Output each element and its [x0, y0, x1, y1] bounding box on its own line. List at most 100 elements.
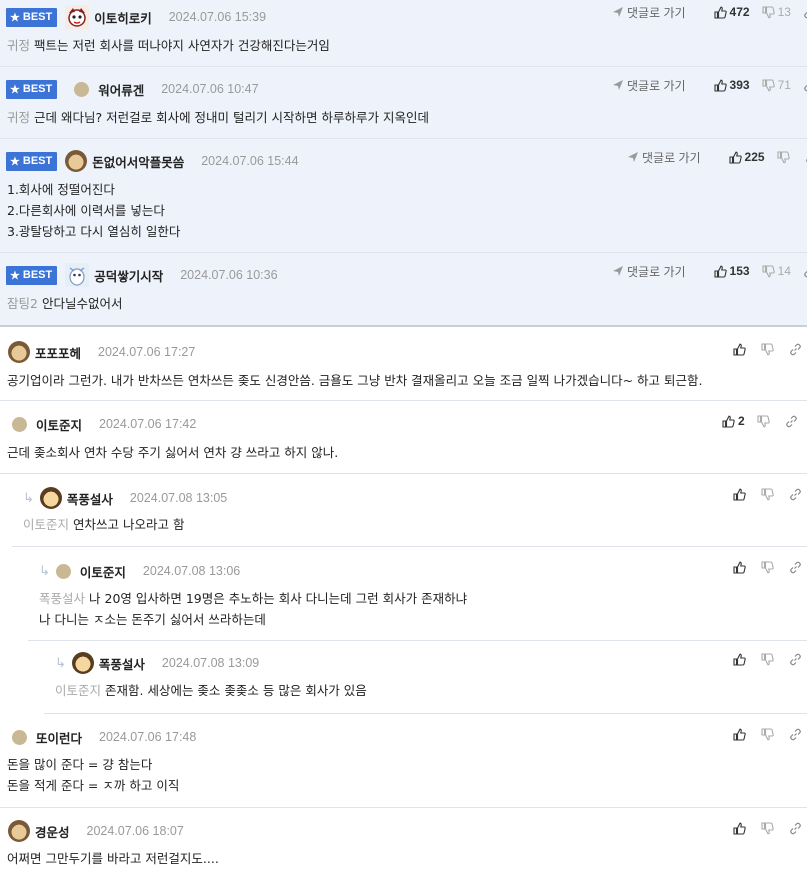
downvote-button[interactable]: 14: [762, 264, 791, 278]
link-icon: [804, 84, 807, 91]
reply-link[interactable]: 댓글로 가기: [613, 4, 686, 21]
thumbs-up-icon: [733, 728, 746, 741]
best-badge: ★ BEST: [6, 7, 58, 27]
nickname[interactable]: 포포포헤: [35, 343, 81, 362]
link-button[interactable]: [789, 728, 805, 741]
downvote-button[interactable]: [761, 821, 777, 835]
avatar[interactable]: [65, 263, 90, 287]
reply-link[interactable]: 댓글로 가기: [613, 263, 686, 280]
upvote-button[interactable]: 153: [713, 264, 750, 278]
avatar[interactable]: [12, 729, 27, 745]
upvote-button[interactable]: [733, 653, 749, 666]
comment-date: 2024.07.06 17:27: [98, 345, 196, 359]
nickname[interactable]: 이토히로키: [94, 8, 152, 27]
comment-date: 2024.07.06 17:48: [99, 730, 197, 744]
thumbs-down-icon: [762, 78, 775, 91]
send-icon: [613, 80, 623, 90]
comment-date: 2024.07.08 13:05: [129, 491, 228, 505]
comment-text: 돈을 적게 준다 = ㅈ까 하고 이직: [7, 778, 180, 793]
nickname[interactable]: 이토준지: [80, 562, 126, 581]
upvote-button[interactable]: [733, 561, 749, 574]
link-button[interactable]: [789, 561, 805, 574]
comment-text: 2.다른회사에 이력서를 넣는다: [7, 203, 165, 218]
upvote-button[interactable]: [733, 728, 749, 741]
reply-target: 잠팅2: [7, 296, 38, 311]
comment-text: 팩트는 저런 회사를 떠나야지 사연자가 건강해진다는거임: [34, 38, 330, 53]
upvote-button[interactable]: 472: [713, 5, 750, 19]
send-icon: [613, 7, 623, 17]
reply-link[interactable]: 댓글로 가기: [613, 77, 686, 94]
nickname[interactable]: 경운성: [35, 822, 70, 841]
nickname[interactable]: 워어류겐: [98, 80, 144, 99]
nickname[interactable]: 이토준지: [36, 415, 82, 434]
comment-text: 근데 좆소회사 연차 수당 주기 싫어서 연차 걍 쓰라고 하지 않나.: [7, 445, 339, 460]
link-button[interactable]: [785, 415, 801, 428]
downvote-button[interactable]: [777, 150, 793, 164]
avatar[interactable]: [55, 563, 71, 579]
upvote-button[interactable]: [733, 822, 749, 835]
thumbs-up-icon: [733, 561, 746, 574]
upvote-button[interactable]: [733, 343, 749, 356]
comment-text: 근데 왜다님? 저런걸로 회사에 정내미 털리기 시작하면 하루하루가 지옥인데: [34, 110, 429, 125]
link-icon: [790, 728, 801, 740]
upvote-button[interactable]: 2: [722, 414, 745, 428]
downvote-button[interactable]: 13: [762, 5, 791, 19]
comment-text: 나 다니는 ㅈ소는 돈주기 싫어서 쓰라하는데: [39, 612, 266, 627]
best-comment: ★ BEST 공덕쌓기시작 2024.07.06 10:36 댓글로 가기 153…: [0, 253, 807, 327]
link-button[interactable]: [789, 488, 805, 501]
avatar[interactable]: [65, 150, 88, 172]
reply-comment: ↳ 폭풍설사 2024.07.08 13:09 이토준지 존재함. 세상에는 좆소…: [44, 641, 807, 714]
nickname[interactable]: 또이런다: [36, 728, 82, 747]
star-icon: ★: [10, 83, 20, 96]
upvote-button[interactable]: 225: [728, 150, 765, 164]
comment-text: 안다닐수없어서: [41, 296, 123, 311]
reply-arrow-icon: ↳: [39, 563, 50, 579]
downvote-button[interactable]: [757, 414, 773, 428]
link-button[interactable]: [803, 79, 807, 92]
reply-comment: ↳ 이토준지 2024.07.08 13:06 폭풍설사 나 20영 입사하면 1…: [28, 547, 807, 641]
downvote-button[interactable]: 71: [762, 78, 791, 92]
comment: 경운성 2024.07.06 18:07 어쩌면 그만두기를 바라고 저런걸지도…: [0, 808, 807, 883]
link-icon: [790, 822, 801, 834]
link-button[interactable]: [803, 6, 807, 19]
nickname[interactable]: 폭풍설사: [67, 489, 113, 508]
upvote-button[interactable]: [733, 488, 749, 501]
nickname[interactable]: 돈없어서악플못씀: [92, 152, 184, 171]
avatar[interactable]: [39, 487, 62, 509]
thumbs-down-icon: [762, 5, 775, 18]
star-icon: ★: [10, 155, 20, 168]
downvote-button[interactable]: [761, 560, 777, 574]
link-button[interactable]: [789, 822, 805, 835]
upvote-button[interactable]: 393: [713, 78, 750, 92]
comment-text: 나 20영 입사하면 19명은 추노하는 회사 다니는데 그런 회사가 존재하냐: [89, 591, 468, 606]
comment-text: 공기업이라 그런가. 내가 반차쓰든 연차쓰든 좆도 신경안씀. 금욜도 그냥 …: [7, 373, 703, 388]
link-button[interactable]: [789, 653, 805, 666]
thumbs-up-icon: [713, 265, 727, 278]
link-button[interactable]: [789, 343, 805, 356]
avatar[interactable]: [8, 820, 30, 842]
comment: 이토준지 2024.07.06 17:42 2 근데 좆소회사 연차 수당 주기…: [0, 401, 807, 474]
thumbs-up-icon: [728, 151, 742, 164]
comment: 포포포헤 2024.07.06 17:27 공기업이라 그런가. 내가 반차쓰든…: [0, 327, 807, 401]
avatar[interactable]: [12, 416, 27, 432]
star-icon: ★: [10, 11, 20, 24]
reply-link[interactable]: 댓글로 가기: [628, 149, 701, 166]
reply-arrow-icon: ↳: [23, 490, 34, 506]
downvote-button[interactable]: [761, 652, 777, 666]
avatar[interactable]: [8, 341, 30, 363]
nickname[interactable]: 공덕쌓기시작: [94, 266, 163, 285]
avatar[interactable]: [71, 652, 94, 674]
downvote-button[interactable]: [761, 727, 777, 741]
link-icon: [790, 488, 801, 500]
best-comment: ★ BEST 돈없어서악플못씀 2024.07.06 15:44 댓글로 가기 2…: [0, 139, 807, 253]
nickname[interactable]: 폭풍설사: [99, 654, 145, 673]
downvote-button[interactable]: [761, 487, 777, 501]
downvote-button[interactable]: [761, 342, 777, 356]
best-comment: ★ BEST 이토히로키 2024.07.06 15:39 댓글로 가기 472 …: [0, 0, 807, 67]
thumbs-up-icon: [733, 488, 746, 501]
avatar[interactable]: [65, 5, 90, 29]
reply-target: 이토준지: [55, 683, 102, 698]
send-icon: [628, 152, 638, 162]
avatar[interactable]: [74, 81, 90, 97]
link-button[interactable]: [803, 265, 807, 278]
